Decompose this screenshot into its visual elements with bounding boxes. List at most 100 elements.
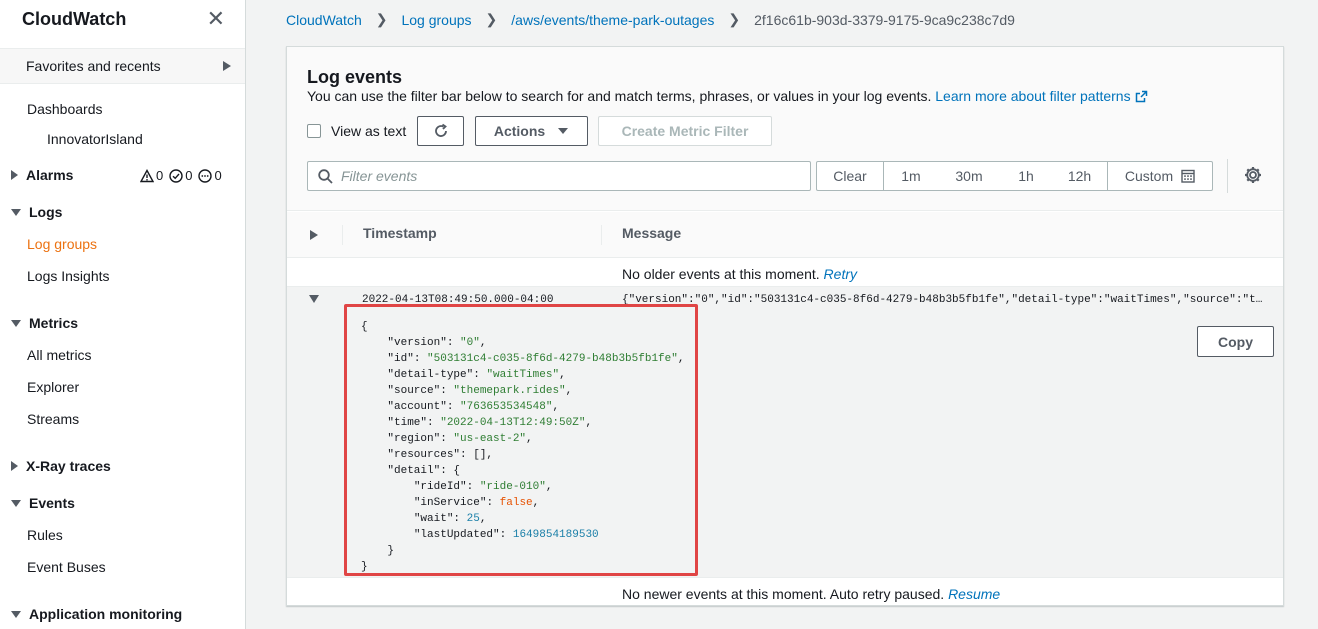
column-header-timestamp[interactable]: Timestamp (342, 225, 437, 245)
sidebar-section-label: Logs (29, 204, 63, 220)
sidebar-item-event-buses[interactable]: Event Buses (27, 559, 106, 575)
sidebar: CloudWatch ✕ Favorites and recents Dashb… (0, 0, 246, 629)
json-brace: { (361, 321, 368, 333)
check-circle-icon (169, 168, 183, 183)
description-text: You can use the filter bar below to sear… (307, 88, 932, 104)
time-custom-label: Custom (1124, 168, 1174, 184)
time-1h-button[interactable]: 1h (1000, 162, 1052, 190)
json-key: "detail-type" (387, 369, 474, 381)
breadcrumb-log-group[interactable]: /aws/events/theme-park-outages (511, 12, 714, 28)
table-row: 2022-04-13T08:49:50.000-04:00 {"version"… (287, 287, 1283, 577)
no-newer-text: No newer events at this moment. Auto ret… (622, 586, 945, 602)
sidebar-item-all-metrics[interactable]: All metrics (27, 347, 92, 363)
refresh-button[interactable] (417, 116, 464, 146)
time-custom-button[interactable]: Custom (1108, 162, 1212, 190)
json-key: "wait" (413, 513, 454, 525)
learn-more-link[interactable]: Learn more about filter patterns (935, 88, 1147, 104)
alarm-stats: 0 0 0 (140, 168, 222, 183)
external-link-icon (1135, 90, 1147, 103)
time-range-selector: Clear 1m 30m 1h 12h Custom (816, 161, 1213, 191)
sidebar-item-log-groups[interactable]: Log groups (27, 236, 97, 252)
expand-all-icon[interactable] (310, 230, 318, 240)
ok-count: 0 (185, 168, 193, 183)
sidebar-header: CloudWatch ✕ (0, 0, 245, 38)
sidebar-item-dashboards[interactable]: Dashboards (27, 101, 103, 117)
ellipsis-circle-icon (198, 168, 213, 183)
alarm-stat-in-alarm[interactable]: 0 (140, 168, 163, 183)
resume-link[interactable]: Resume (948, 586, 1000, 602)
view-as-text-toggle[interactable]: View as text (307, 123, 406, 139)
time-30m-button[interactable]: 30m (938, 162, 1000, 190)
no-older-text: No older events at this moment. (622, 266, 820, 282)
gear-icon[interactable] (1243, 165, 1263, 185)
caret-right-icon (11, 461, 18, 471)
json-key: "time" (387, 417, 428, 429)
json-key: "account" (387, 401, 447, 413)
filter-events-field[interactable] (307, 161, 811, 191)
json-key: "version" (387, 337, 447, 349)
search-icon (318, 168, 333, 184)
json-brace: } (387, 545, 395, 557)
sidebar-section-app-monitoring[interactable]: Application monitoring (11, 606, 182, 622)
sidebar-section-logs[interactable]: Logs (11, 204, 62, 220)
json-key: "rideId" (413, 481, 467, 493)
json-key: "detail" (387, 465, 441, 477)
divider (287, 577, 1283, 578)
column-header-message[interactable]: Message (601, 225, 681, 245)
sidebar-section-label: Events (29, 495, 75, 511)
refresh-icon (434, 123, 447, 137)
calendar-icon (1181, 169, 1195, 183)
close-icon[interactable]: ✕ (207, 8, 225, 30)
collapse-row-icon[interactable] (309, 295, 319, 303)
caret-down-icon (11, 610, 21, 618)
sidebar-section-label: Application monitoring (29, 606, 183, 622)
retry-link[interactable]: Retry (824, 266, 857, 282)
sidebar-item-innovatorisland[interactable]: InnovatorIsland (47, 131, 143, 147)
caret-down-icon (11, 319, 21, 327)
table-header: Timestamp Message (287, 212, 1283, 258)
view-as-text-checkbox[interactable] (307, 124, 321, 138)
json-key: "resources" (387, 449, 461, 461)
alarm-stat-insufficient[interactable]: 0 (198, 168, 222, 183)
actions-label: Actions (493, 123, 546, 139)
breadcrumb-log-groups[interactable]: Log groups (401, 12, 471, 28)
breadcrumb-current: 2f16c61b-903d-3379-9175-9ca9c238c7d9 (754, 11, 1015, 28)
sidebar-section-alarms[interactable]: Alarms (11, 167, 73, 183)
breadcrumb: CloudWatch ❯ Log groups ❯ /aws/events/th… (286, 11, 1015, 28)
chevron-right-icon: ❯ (485, 11, 498, 27)
json-value: "themepark.rides" (453, 385, 566, 397)
create-metric-filter-button[interactable]: Create Metric Filter (598, 116, 772, 146)
chevron-right-icon: ❯ (375, 11, 388, 27)
sidebar-item-rules[interactable]: Rules (27, 527, 63, 543)
sidebar-section-label: Alarms (26, 167, 74, 183)
sidebar-section-xray[interactable]: X-Ray traces (11, 458, 111, 474)
json-value: 25 (466, 513, 480, 525)
filter-events-input[interactable] (341, 168, 781, 184)
json-value: "2022-04-13T12:49:50Z" (440, 417, 586, 429)
sidebar-section-metrics[interactable]: Metrics (11, 315, 78, 331)
alarm-stat-ok[interactable]: 0 (169, 168, 192, 183)
time-clear-button[interactable]: Clear (817, 162, 884, 190)
json-value: "ride-010" (479, 481, 546, 493)
favorites-and-recents[interactable]: Favorites and recents (0, 48, 245, 84)
sidebar-item-explorer[interactable]: Explorer (27, 379, 79, 395)
favorites-label: Favorites and recents (26, 58, 161, 74)
sidebar-section-label: Metrics (29, 315, 79, 331)
caret-right-icon (223, 61, 231, 71)
copy-button[interactable]: Copy (1197, 326, 1274, 357)
no-newer-events: No newer events at this moment. Auto ret… (622, 586, 1000, 602)
sidebar-item-logs-insights[interactable]: Logs Insights (27, 268, 110, 284)
view-as-text-label: View as text (331, 123, 407, 139)
caret-down-icon (558, 128, 569, 134)
sidebar-section-label: X-Ray traces (26, 458, 111, 474)
actions-button[interactable]: Actions (475, 116, 588, 146)
sidebar-title[interactable]: CloudWatch (22, 9, 126, 30)
sidebar-section-events[interactable]: Events (11, 495, 75, 511)
sidebar-item-streams[interactable]: Streams (27, 411, 79, 427)
json-value: "763653534548" (460, 401, 553, 413)
json-value: "us-east-2" (453, 433, 527, 445)
json-value: "0" (460, 337, 480, 349)
breadcrumb-cloudwatch[interactable]: CloudWatch (286, 12, 362, 28)
time-1m-button[interactable]: 1m (884, 162, 938, 190)
time-12h-button[interactable]: 12h (1052, 162, 1108, 190)
